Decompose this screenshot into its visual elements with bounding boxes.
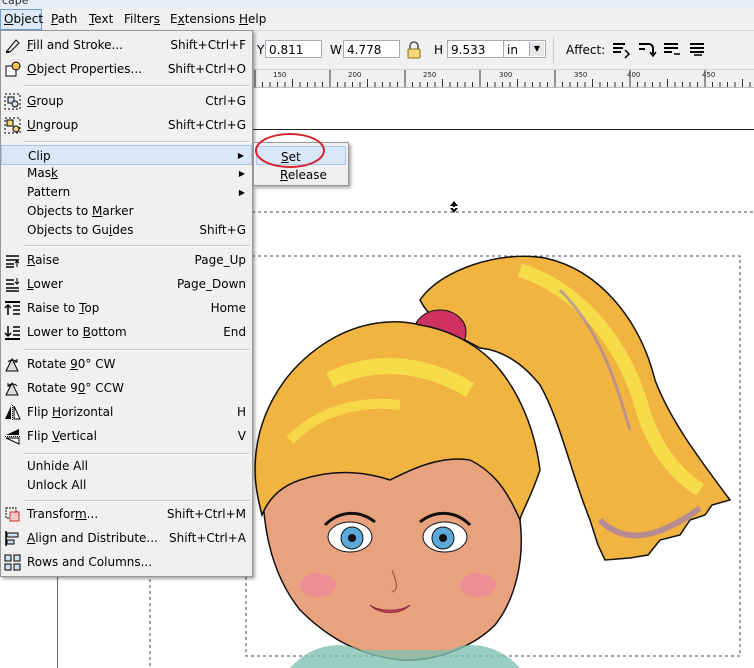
transform-icon bbox=[4, 506, 21, 523]
menu-path[interactable]: Path bbox=[48, 9, 80, 30]
menu-item-unhide-all[interactable]: Unhide All bbox=[1, 457, 252, 476]
menu-filters[interactable]: Filters bbox=[121, 9, 163, 30]
shortcut: Shift+Ctrl+A bbox=[169, 531, 246, 545]
shortcut: Shift+Ctrl+G bbox=[167, 118, 246, 132]
ruler-label: 200 bbox=[348, 71, 362, 79]
menu-text[interactable]: Text bbox=[86, 9, 116, 30]
width-input[interactable]: 4.778 bbox=[343, 40, 400, 58]
group-icon bbox=[4, 93, 21, 110]
annotation-circle bbox=[255, 133, 325, 168]
menu-item-raise-to-top[interactable]: Raise to Top Home bbox=[1, 297, 252, 319]
submenu-arrow-icon: ▶ bbox=[237, 151, 244, 160]
y-label: Y bbox=[257, 43, 265, 57]
move-gradients-icon[interactable] bbox=[662, 40, 682, 60]
menu-separator bbox=[25, 453, 250, 455]
lower-icon bbox=[4, 276, 21, 293]
menu-item-objects-to-guides[interactable]: Objects to Guides Shift+G bbox=[1, 221, 252, 240]
fill-stroke-icon bbox=[4, 37, 21, 54]
menu-item-clip[interactable]: Clip ▶ bbox=[1, 145, 252, 165]
affect-label: Affect: bbox=[566, 43, 606, 57]
menu-item-transform[interactable]: Transform... Shift+Ctrl+M bbox=[1, 503, 252, 525]
menu-item-flip-horizontal[interactable]: Flip Horizontal H bbox=[1, 401, 252, 423]
menu-item-lower-to-bottom[interactable]: Lower to Bottom End bbox=[1, 321, 252, 343]
menu-item-group[interactable]: Group Ctrl+G bbox=[1, 90, 252, 112]
menu-item-align-and-distribute[interactable]: Align and Distribute... Shift+Ctrl+A bbox=[1, 527, 252, 549]
menu-item-raise[interactable]: Raise Page_Up bbox=[1, 249, 252, 271]
inkscape-window: cape Object Path Text Filters Extensions… bbox=[0, 0, 754, 668]
menu-separator bbox=[25, 141, 250, 143]
flip-horizontal-icon bbox=[4, 404, 21, 421]
toolbar-separator bbox=[553, 37, 554, 63]
submenu-arrow-icon: ▶ bbox=[238, 188, 245, 197]
shortcut: Page_Down bbox=[176, 277, 246, 291]
menu-item-flip-vertical[interactable]: Flip Vertical V bbox=[1, 425, 252, 447]
shortcut: Ctrl+G bbox=[205, 94, 246, 108]
shortcut: Shift+G bbox=[199, 223, 246, 237]
menu-separator bbox=[25, 85, 250, 87]
menu-separator bbox=[25, 500, 250, 502]
ruler-label: 250 bbox=[423, 71, 437, 79]
object-menu-dropdown: Fill and Stroke... Shift+Ctrl+F Object P… bbox=[0, 30, 253, 577]
lock-icon[interactable] bbox=[405, 40, 425, 60]
menu-item-object-properties[interactable]: Object Properties... Shift+Ctrl+O bbox=[1, 58, 252, 80]
menu-item-pattern[interactable]: Pattern ▶ bbox=[1, 183, 252, 202]
rotate-ccw-icon bbox=[4, 380, 21, 397]
menu-extensions[interactable]: Extensions bbox=[167, 9, 238, 30]
submenu-arrow-icon: ▶ bbox=[238, 169, 245, 178]
menu-separator bbox=[25, 349, 250, 351]
align-icon bbox=[4, 530, 21, 547]
shortcut: H bbox=[236, 405, 246, 419]
shortcut: End bbox=[223, 325, 246, 339]
y-input[interactable]: 0.811 bbox=[265, 40, 322, 58]
scale-handle bbox=[450, 201, 458, 213]
menu-item-objects-to-marker[interactable]: Objects to Marker bbox=[1, 202, 252, 221]
move-patterns-icon[interactable] bbox=[688, 40, 708, 60]
raise-icon bbox=[4, 252, 21, 269]
face bbox=[261, 454, 523, 661]
unit-select[interactable]: in ▼ bbox=[503, 40, 546, 58]
shortcut: Home bbox=[210, 301, 246, 315]
shortcut: V bbox=[237, 429, 246, 443]
window-title: cape bbox=[2, 0, 29, 7]
menu-help[interactable]: Help bbox=[236, 9, 269, 30]
menu-bar: Object Path Text Filters Extensions Help bbox=[0, 9, 754, 31]
menu-item-lower[interactable]: Lower Page_Down bbox=[1, 273, 252, 295]
shortcut: Shift+Ctrl+O bbox=[167, 62, 246, 76]
menu-item-rows-and-columns[interactable]: Rows and Columns... bbox=[1, 551, 252, 573]
menu-item-mask[interactable]: Mask ▶ bbox=[1, 164, 252, 183]
chevron-down-icon: ▼ bbox=[529, 42, 544, 56]
shortcut: Shift+Ctrl+F bbox=[170, 38, 246, 52]
menu-item-rotate-cw[interactable]: Rotate 90° CW bbox=[1, 353, 252, 375]
rotate-cw-icon bbox=[4, 356, 21, 373]
flip-vertical-icon bbox=[4, 428, 21, 445]
grid-icon bbox=[4, 554, 21, 571]
shortcut: Shift+Ctrl+M bbox=[166, 507, 246, 521]
menu-separator bbox=[25, 245, 250, 247]
submenu-item-release[interactable]: Release bbox=[254, 165, 348, 184]
ruler-label: 400 bbox=[627, 71, 641, 79]
height-input[interactable]: 9.533 bbox=[447, 40, 504, 58]
ruler-label: 300 bbox=[499, 71, 513, 79]
object-properties-icon bbox=[4, 61, 21, 78]
shortcut: Page_Up bbox=[194, 253, 246, 267]
w-label: W bbox=[330, 43, 342, 57]
menu-item-fill-and-stroke[interactable]: Fill and Stroke... Shift+Ctrl+F bbox=[1, 34, 252, 56]
unit-value: in bbox=[507, 43, 518, 57]
raise-to-top-icon bbox=[4, 300, 21, 317]
scale-stroke-icon[interactable] bbox=[611, 40, 631, 60]
scale-corners-icon[interactable] bbox=[637, 40, 657, 60]
menu-item-rotate-ccw[interactable]: Rotate 90° CCW bbox=[1, 377, 252, 399]
ungroup-icon bbox=[4, 117, 21, 134]
menu-object[interactable]: Object bbox=[0, 9, 43, 30]
h-label: H bbox=[434, 43, 444, 57]
ruler-label: 450 bbox=[702, 71, 716, 79]
menu-item-unlock-all[interactable]: Unlock All bbox=[1, 476, 252, 495]
menu-item-ungroup[interactable]: Ungroup Shift+Ctrl+G bbox=[1, 114, 252, 136]
lower-to-bottom-icon bbox=[4, 324, 21, 341]
ruler-label: 350 bbox=[574, 71, 588, 79]
ruler-label: 150 bbox=[273, 71, 287, 79]
